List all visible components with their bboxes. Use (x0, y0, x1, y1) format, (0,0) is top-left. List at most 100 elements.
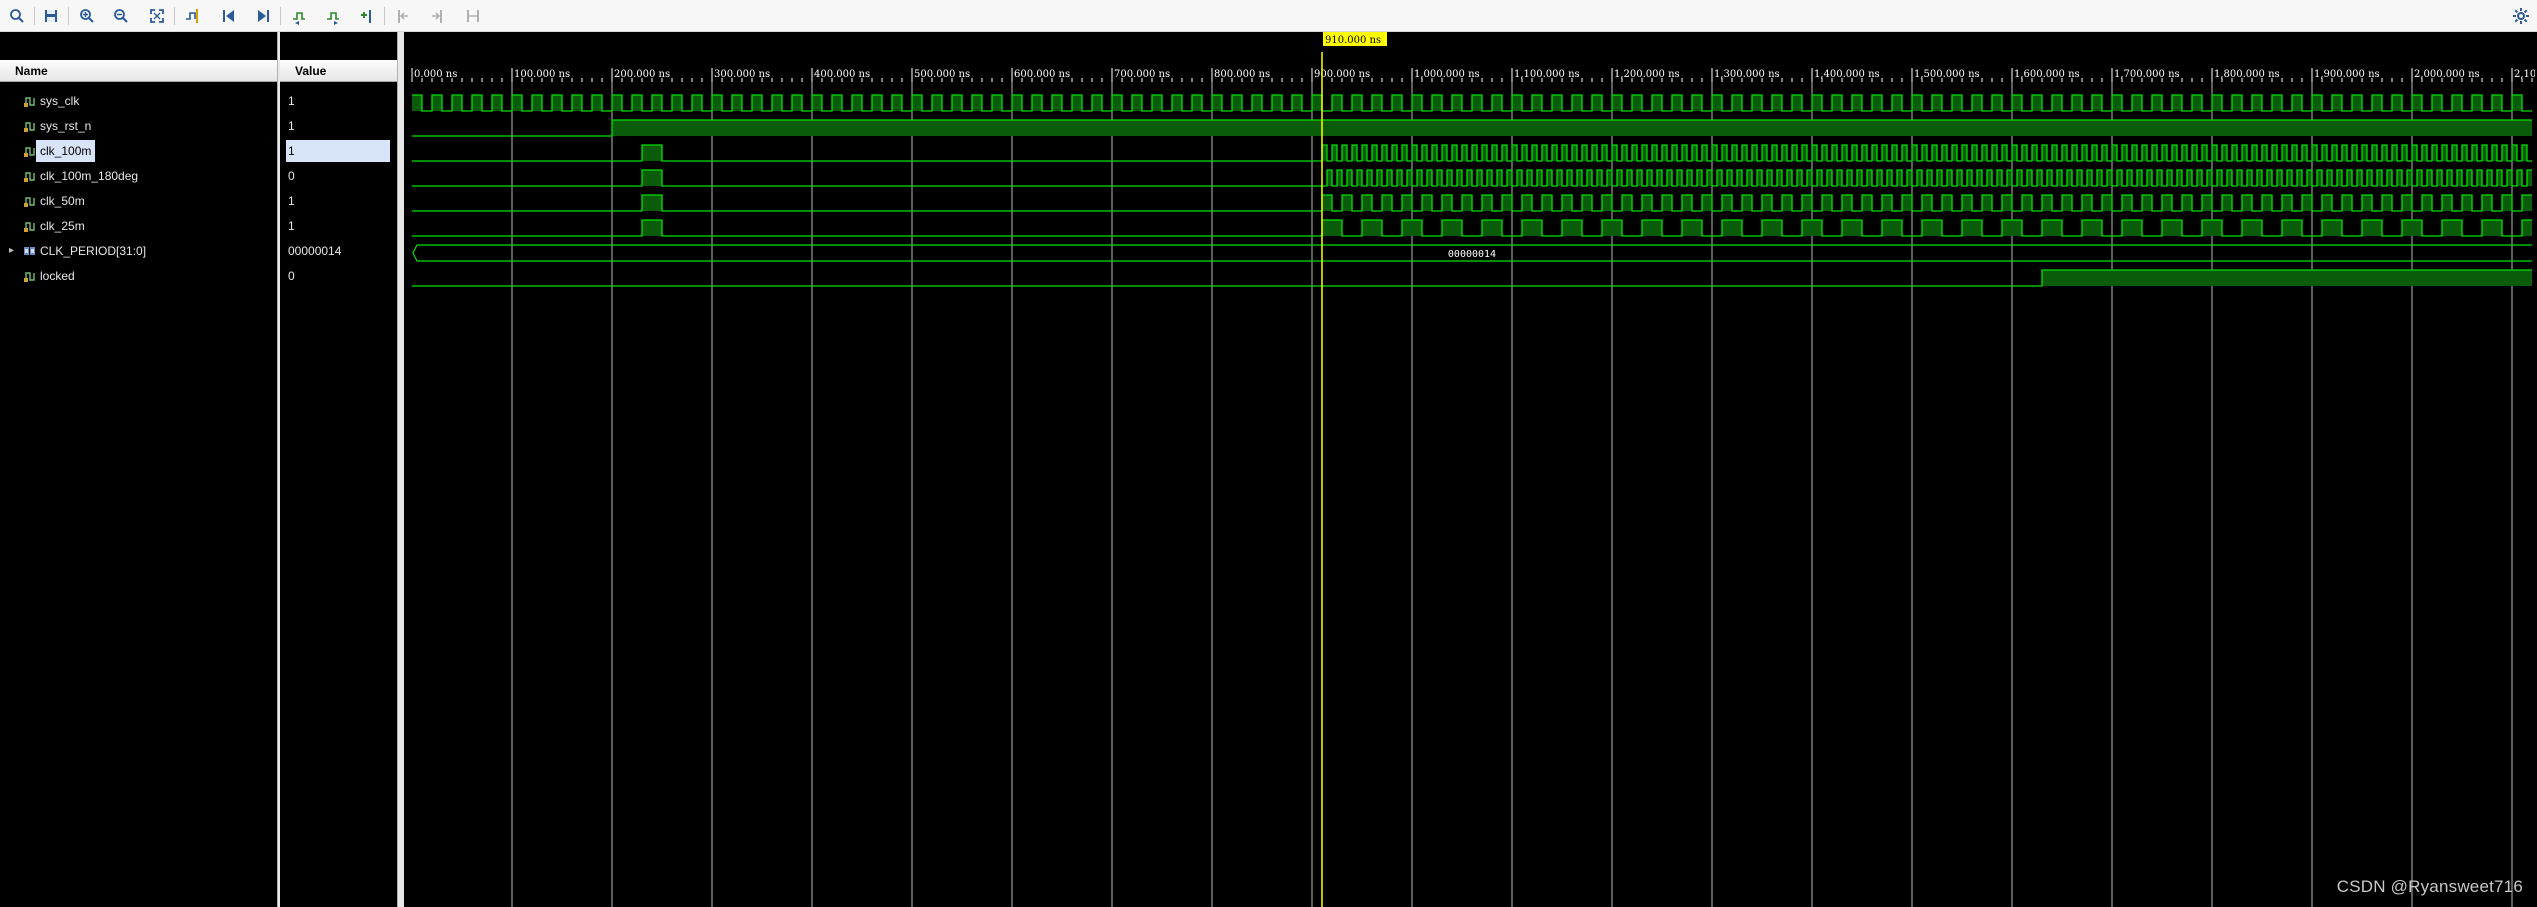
waveforms[interactable]: 00000014 (412, 94, 2532, 287)
ruler-tick-label: 1,800.000 ns (2214, 69, 2280, 80)
ruler-tick-label: 1,500.000 ns (1914, 69, 1980, 80)
ruler-tick-label: 1,100.000 ns (1514, 69, 1580, 80)
bit-signal-icon (24, 172, 35, 182)
go-to-cursor-icon (186, 9, 198, 23)
signal-name: sys_rst_n (40, 119, 92, 133)
wave-locked[interactable] (412, 269, 2532, 287)
waveform-canvas[interactable]: 0.000 ns 100.000 ns 200.000 ns 300.000 ns 40… (404, 32, 2535, 907)
ruler-tick-label: 1,200.000 ns (1614, 69, 1680, 80)
ruler-tick-label: 500.000 ns (914, 69, 970, 80)
zoom-fit-button[interactable] (146, 5, 168, 27)
bus-value-label: 00000014 (1448, 249, 1496, 260)
wave-clk-50m[interactable] (412, 194, 2532, 212)
signal-value: 00000014 (288, 244, 342, 258)
bit-signal-icon (24, 147, 35, 157)
time-cursor[interactable]: 910.000 ns (1321, 32, 1387, 907)
signal-row-clk-100m-180deg[interactable]: clk_100m_180deg (0, 165, 277, 187)
go-to-time-zero-button[interactable] (218, 5, 240, 27)
gear-icon (2513, 8, 2529, 24)
toolbar-separator (384, 7, 385, 25)
expand-arrow-icon[interactable]: ▸ (9, 240, 14, 262)
wave-trace (412, 194, 2532, 212)
ruler-tick-label: 2,100.000 ns (2514, 69, 2535, 80)
signal-row-locked[interactable]: locked (0, 265, 277, 287)
signal-value: 1 (288, 94, 295, 108)
bit-signal-icon (24, 222, 35, 232)
signal-value: 0 (288, 169, 295, 183)
add-marker-icon (361, 10, 371, 23)
signal-value: 1 (288, 119, 295, 133)
wave-fill (412, 120, 2532, 136)
wave-clk-period[interactable]: 00000014 (412, 244, 2532, 262)
signal-value-panel: Value 1 1 1 0 1 1 00000014 0 (280, 32, 398, 907)
signal-row-clk-period-31-0[interactable]: ▸ CLK_PERIOD[31:0] (0, 240, 277, 262)
wave-clk-100m[interactable] (412, 144, 2532, 162)
previous-marker-button[interactable] (392, 5, 414, 27)
bit-signal-icon (24, 122, 35, 132)
ruler-tick-label: 1,600.000 ns (2014, 69, 2080, 80)
next-transition-button[interactable] (322, 5, 344, 27)
signal-value: 1 (286, 140, 390, 162)
previous-transition-button[interactable] (288, 5, 310, 27)
ruler-tick-label: 400.000 ns (814, 69, 870, 80)
wave-clk-100m-180deg[interactable] (412, 169, 2532, 187)
swap-cursors-icon (467, 10, 479, 22)
go-to-cursor-button[interactable] (182, 5, 204, 27)
signal-row-sys-clk[interactable]: sys_clk (0, 90, 277, 112)
waveform-viewer[interactable]: 0.000 ns 100.000 ns 200.000 ns 300.000 ns 40… (402, 32, 2537, 907)
ruler-tick-label: 2,000.000 ns (2414, 69, 2480, 80)
ruler-tick-label: 700.000 ns (1114, 69, 1170, 80)
swap-cursors-button[interactable] (462, 5, 484, 27)
value-column-header[interactable]: Value (280, 60, 397, 82)
ruler-tick-label: 0.000 ns (414, 69, 457, 80)
wave-fill (412, 220, 2532, 236)
previous-transition-icon (293, 12, 305, 25)
ruler-tick-label: 1,300.000 ns (1714, 69, 1780, 80)
zoom-in-icon (80, 9, 94, 23)
signal-row-clk-50m[interactable]: clk_50m (0, 190, 277, 212)
save-button[interactable] (40, 5, 62, 27)
signal-row-clk-100m[interactable]: clk_100m (0, 140, 277, 162)
cursor-time-label: 910.000 ns (1325, 35, 1381, 46)
signal-name: sys_clk (40, 94, 80, 108)
signal-name-panel: Name sys_clk sys_rst_n clk_100m clk_100m_18… (0, 32, 278, 907)
signal-name: CLK_PERIOD[31:0] (40, 244, 147, 258)
watermark: CSDN @Ryansweet716 (2336, 877, 2523, 896)
settings-button[interactable] (2510, 5, 2532, 27)
next-transition-icon (327, 12, 339, 25)
next-marker-icon (432, 10, 442, 23)
add-marker-button[interactable] (356, 5, 378, 27)
ruler-tick-label: 1,900.000 ns (2314, 69, 2380, 80)
signal-value: 0 (288, 269, 295, 283)
signal-row-sys-rst-n[interactable]: sys_rst_n (0, 115, 277, 137)
name-column-header[interactable]: Name (0, 60, 277, 82)
save-icon (45, 10, 57, 22)
zoom-in-button[interactable] (76, 5, 98, 27)
signal-name: locked (40, 269, 75, 283)
bit-signal-icon (24, 97, 35, 107)
zoom-fit-icon (150, 9, 164, 23)
go-to-time-zero-icon (223, 10, 234, 22)
toolbar-separator (280, 7, 281, 25)
wave-fill (412, 270, 2532, 286)
zoom-search-button[interactable] (6, 5, 28, 27)
previous-marker-icon (398, 10, 408, 23)
go-to-last-time-button[interactable] (252, 5, 274, 27)
signal-name: clk_100m (36, 140, 96, 162)
next-marker-button[interactable] (426, 5, 448, 27)
zoom-search-icon (10, 9, 24, 23)
wave-sys-rst-n[interactable] (412, 119, 2532, 137)
wave-clk-25m[interactable] (412, 219, 2532, 237)
ruler-tick-label: 600.000 ns (1014, 69, 1070, 80)
go-to-last-time-icon (258, 10, 269, 22)
wave-sys-clk[interactable] (412, 94, 2532, 112)
signal-value: 1 (288, 194, 295, 208)
signal-name: clk_100m_180deg (40, 169, 139, 183)
signal-row-clk-25m[interactable]: clk_25m (0, 215, 277, 237)
zoom-out-button[interactable] (110, 5, 132, 27)
ruler-tick-label: 1,700.000 ns (2114, 69, 2180, 80)
signal-name: clk_25m (40, 219, 85, 233)
toolbar-separator (68, 7, 69, 25)
toolbar-separator (34, 7, 35, 25)
time-ruler[interactable]: 0.000 ns 100.000 ns 200.000 ns 300.000 ns 40… (411, 68, 2535, 82)
